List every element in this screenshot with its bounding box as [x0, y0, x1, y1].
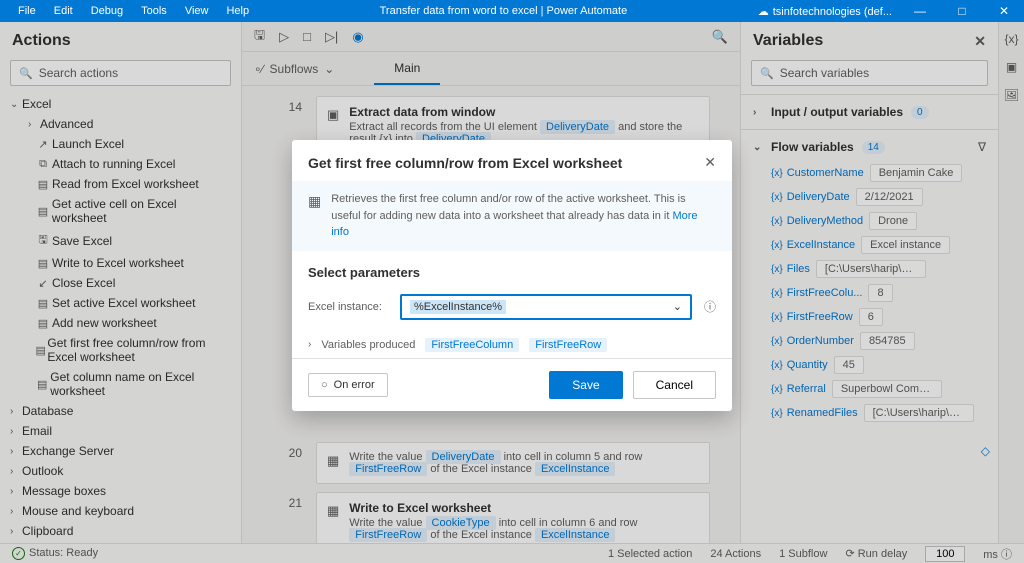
- menu-debug[interactable]: Debug: [91, 5, 123, 17]
- excel-instance-value: %ExcelInstance%: [410, 300, 506, 314]
- chevron-down-icon: ⌄: [673, 300, 682, 313]
- error-icon: ○: [321, 379, 328, 391]
- modal-overlay: Get first free column/row from Excel wor…: [0, 22, 1024, 563]
- action-dialog: Get first free column/row from Excel wor…: [292, 140, 732, 411]
- on-error-button[interactable]: ○ On error: [308, 373, 388, 397]
- menu-tools[interactable]: Tools: [141, 5, 167, 17]
- menu-edit[interactable]: Edit: [54, 5, 73, 17]
- menu-help[interactable]: Help: [226, 5, 249, 17]
- minimize-button[interactable]: —: [906, 4, 934, 18]
- save-button[interactable]: Save: [549, 371, 622, 399]
- title-bar: File Edit Debug Tools View Help Transfer…: [0, 0, 1024, 22]
- close-window-button[interactable]: ✕: [990, 4, 1018, 18]
- cancel-button[interactable]: Cancel: [633, 371, 716, 399]
- variables-produced-label: Variables produced: [321, 339, 415, 351]
- dialog-title: Get first free column/row from Excel wor…: [308, 155, 622, 171]
- excel-instance-select[interactable]: %ExcelInstance% ⌄: [400, 294, 692, 320]
- info-icon: ▦: [308, 191, 321, 241]
- menu-file[interactable]: File: [18, 5, 36, 17]
- menu-view[interactable]: View: [185, 5, 209, 17]
- dialog-info-banner: ▦ Retrieves the first free column and/or…: [292, 181, 732, 251]
- maximize-button[interactable]: □: [948, 4, 976, 18]
- chevron-right-icon[interactable]: ›: [308, 339, 311, 350]
- excel-instance-label: Excel instance:: [308, 301, 388, 313]
- window-title: Transfer data from word to excel | Power…: [249, 5, 758, 17]
- dialog-description: Retrieves the first free column and/or r…: [331, 193, 685, 222]
- param-info-icon[interactable]: ⓘ: [704, 298, 716, 315]
- produced-variable[interactable]: FirstFreeRow: [529, 338, 607, 352]
- select-parameters-heading: Select parameters: [308, 265, 716, 280]
- menu-bar: File Edit Debug Tools View Help: [0, 5, 249, 17]
- produced-variable[interactable]: FirstFreeColumn: [425, 338, 519, 352]
- dialog-close-icon[interactable]: ✕: [704, 154, 716, 171]
- account-indicator[interactable]: tsinfotechnologies (def...: [758, 5, 892, 18]
